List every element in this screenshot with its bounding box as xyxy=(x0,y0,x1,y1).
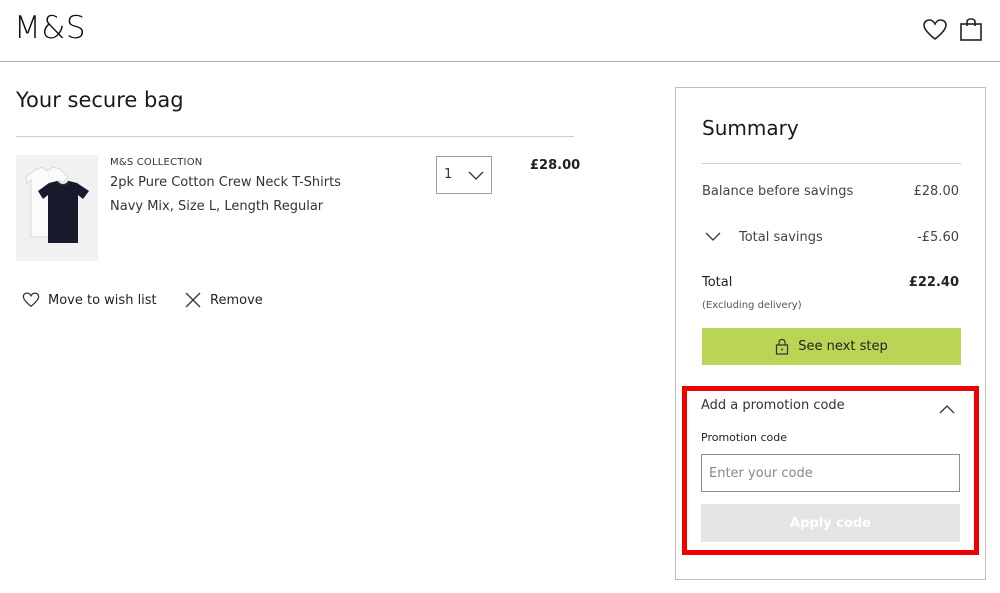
total-value: £22.40 xyxy=(908,275,959,290)
see-next-step-label: See next step xyxy=(798,339,888,354)
move-to-wishlist-label: Move to wish list xyxy=(48,292,157,308)
balance-label: Balance before savings xyxy=(702,184,854,199)
product-name[interactable]: 2pk Pure Cotton Crew Neck T-Shirts xyxy=(110,175,341,190)
savings-expand-chevron-icon[interactable] xyxy=(704,231,722,243)
promotion-code-section: Add a promotion code Promotion code Appl… xyxy=(682,386,979,555)
remove-label: Remove xyxy=(210,292,263,308)
ms-logo[interactable]: M&S xyxy=(14,10,86,46)
promotion-code-label: Promotion code xyxy=(701,431,787,444)
promotion-code-toggle[interactable]: Add a promotion code xyxy=(701,398,845,413)
site-header: M&S xyxy=(0,0,1000,62)
product-image[interactable] xyxy=(16,155,98,261)
close-icon xyxy=(185,292,201,308)
total-note: (Excluding delivery) xyxy=(702,300,802,311)
wishlist-heart-icon[interactable] xyxy=(922,17,948,43)
chevron-up-icon[interactable] xyxy=(938,403,956,415)
summary-title: Summary xyxy=(702,116,799,140)
promotion-code-input[interactable] xyxy=(701,454,960,492)
total-label: Total xyxy=(702,275,733,290)
page-title: Your secure bag xyxy=(16,88,184,112)
product-price: £28.00 xyxy=(530,158,581,173)
divider xyxy=(16,136,574,137)
move-to-wishlist-button[interactable]: Move to wish list xyxy=(22,290,157,310)
heart-icon xyxy=(22,292,40,308)
see-next-step-button[interactable]: See next step xyxy=(702,328,961,365)
apply-code-button[interactable]: Apply code xyxy=(701,504,960,542)
product-variant: Navy Mix, Size L, Length Regular xyxy=(110,199,324,214)
shopping-bag-icon[interactable] xyxy=(958,17,984,43)
quantity-select[interactable]: 1 xyxy=(436,156,492,194)
lock-icon xyxy=(776,338,789,355)
quantity-value: 1 xyxy=(444,167,453,182)
balance-value: £28.00 xyxy=(913,184,960,199)
savings-value: -£5.60 xyxy=(917,230,959,245)
remove-button[interactable]: Remove xyxy=(184,290,263,310)
savings-label[interactable]: Total savings xyxy=(739,230,823,245)
divider xyxy=(702,163,961,164)
product-brand: M&S COLLECTION xyxy=(110,157,203,168)
chevron-down-icon xyxy=(468,171,484,180)
